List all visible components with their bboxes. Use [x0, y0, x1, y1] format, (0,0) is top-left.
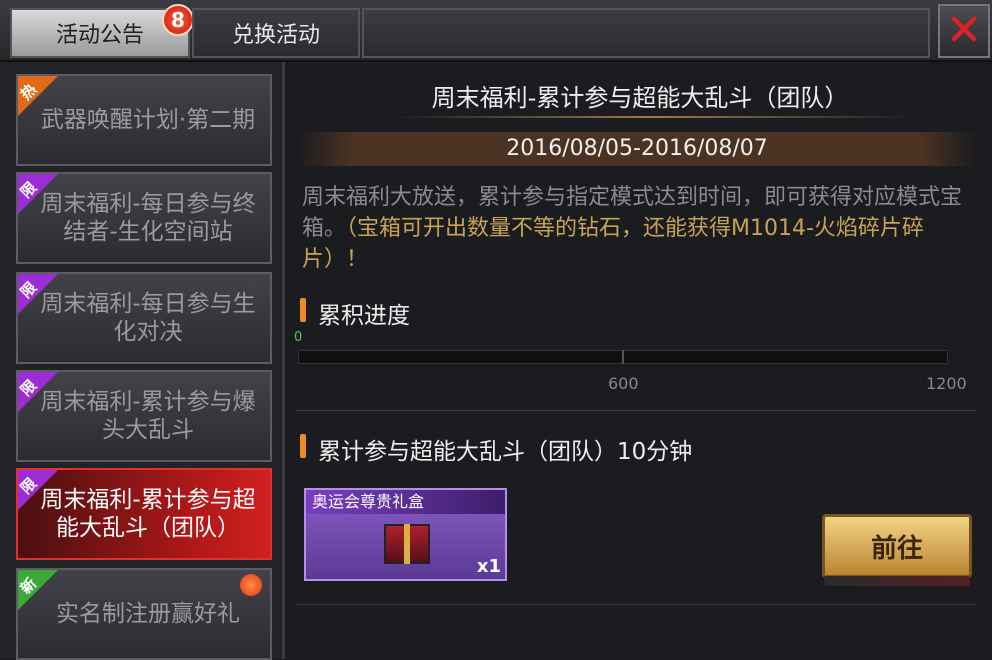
activity-list: 热武器唤醒计划·第二期限周末福利-每日参与终结者-生化空间站限周末福利-每日参与… — [0, 62, 285, 660]
top-tab-bar: 活动公告 8 兑换活动 ✕ — [0, 0, 992, 62]
sidebar-item-label: 实名制注册赢好礼 — [56, 601, 240, 627]
go-button[interactable]: 前往 — [822, 514, 972, 578]
go-button-base — [824, 576, 970, 586]
gift-box-icon — [384, 524, 430, 564]
date-range: 2016/08/05-2016/08/07 — [298, 132, 976, 166]
sidebar-item[interactable]: 热武器唤醒计划·第二期 — [16, 74, 272, 166]
sidebar-item[interactable]: 限周末福利-每日参与生化对决 — [16, 272, 272, 364]
notification-badge: 8 — [162, 4, 194, 36]
new-indicator-dot — [240, 574, 262, 596]
progress-mark-label: 1200 — [926, 374, 967, 393]
task-heading: 累计参与超能大乱斗（团队）10分钟 — [300, 432, 692, 466]
sidebar-item[interactable]: 限周末福利-累计参与爆头大乱斗 — [16, 370, 272, 462]
description-highlight: （宝箱可开出数量不等的钻石，还能获得M1014-火焰碎片碎片）！ — [302, 216, 924, 272]
sidebar-item-label: 周末福利-累计参与超能大乱斗（团队） — [40, 487, 256, 541]
sidebar-item-label: 周末福利-每日参与终结者-生化空间站 — [40, 191, 256, 245]
sidebar-item[interactable]: 限周末福利-累计参与超能大乱斗（团队） — [16, 468, 272, 560]
close-icon: ✕ — [945, 5, 983, 56]
tab-bar-filler — [362, 8, 930, 58]
divider — [296, 604, 976, 605]
activity-title: 周末福利-累计参与超能大乱斗（团队） — [431, 84, 849, 112]
reward-name: 奥运会尊贵礼盒 — [306, 490, 505, 514]
divider — [296, 410, 976, 411]
sidebar-item-label: 武器唤醒计划·第二期 — [40, 107, 256, 133]
title-underline — [392, 116, 916, 118]
tab-exchange[interactable]: 兑换活动 — [192, 8, 360, 58]
sidebar-item[interactable]: 限周末福利-每日参与终结者-生化空间站 — [16, 172, 272, 264]
progress-current-value: 0 — [294, 330, 303, 345]
progress-heading: 累积进度 — [300, 296, 410, 330]
reward-card[interactable]: 奥运会尊贵礼盒 x1 — [304, 488, 507, 581]
sidebar-item[interactable]: 新实名制注册赢好礼 — [16, 568, 272, 660]
activity-description: 周末福利大放送，累计参与指定模式达到时间，即可获得对应模式宝箱。（宝箱可开出数量… — [302, 182, 976, 275]
progress-marker — [622, 350, 624, 364]
sidebar-item-label: 周末福利-每日参与生化对决 — [40, 291, 256, 345]
progress-mark-label: 600 — [608, 374, 639, 393]
sidebar-item-label: 周末福利-累计参与爆头大乱斗 — [40, 389, 256, 443]
reward-quantity: x1 — [476, 556, 501, 577]
close-button[interactable]: ✕ — [938, 4, 990, 58]
